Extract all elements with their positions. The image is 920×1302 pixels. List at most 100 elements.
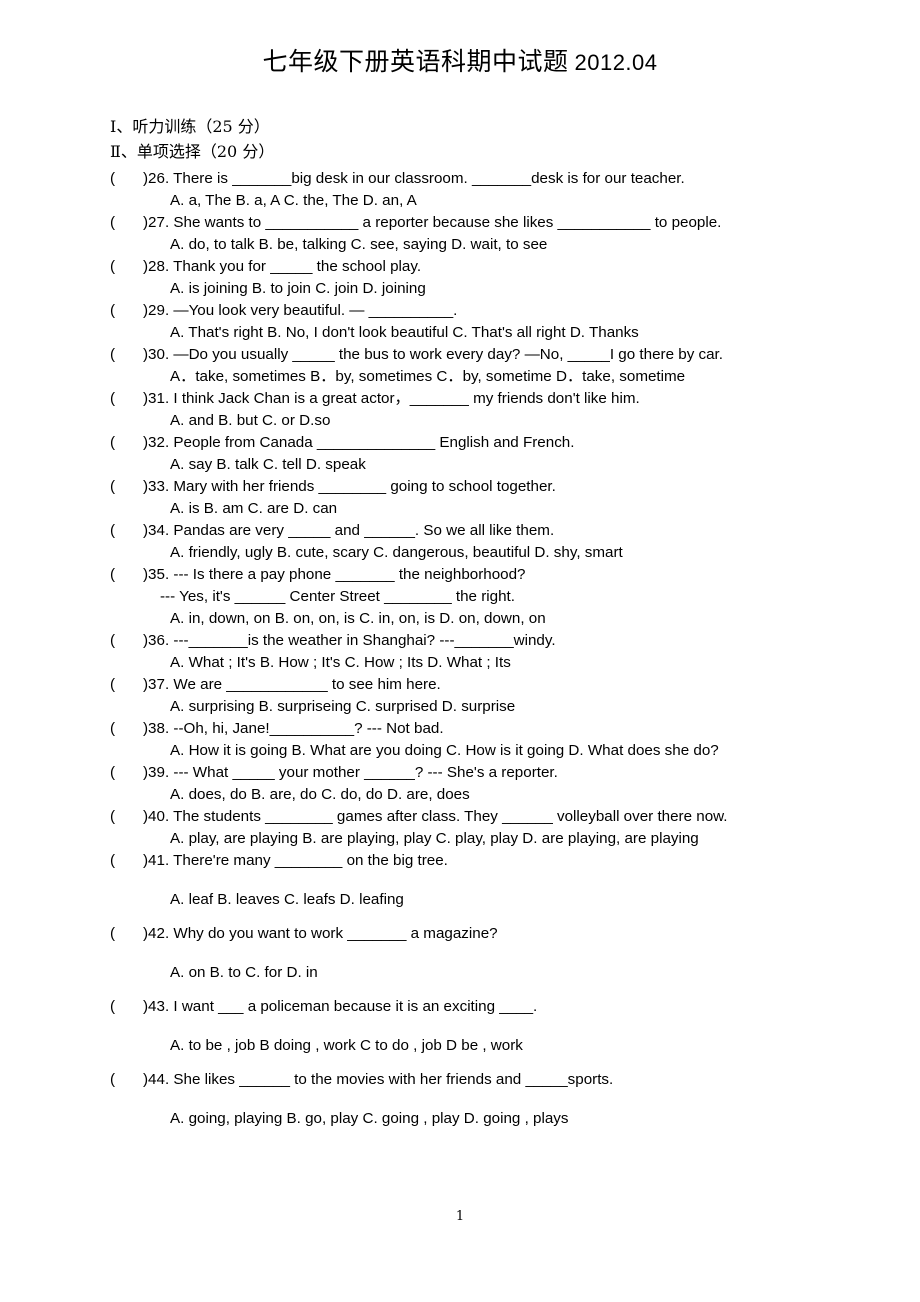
answer-bracket[interactable]: ( (110, 344, 115, 366)
answer-bracket[interactable]: ( (110, 762, 115, 784)
question-stem: ()39. --- What _____ your mother ______?… (0, 762, 920, 784)
question-options[interactable]: A. a, The B. a, A C. the, The D. an, A (0, 190, 920, 212)
question-item: ( )43. I want ___ a policeman because it … (0, 996, 920, 1057)
question-options[interactable]: A. That's right B. No, I don't look beau… (0, 322, 920, 344)
question-item: ( )33. Mary with her friends ________ goi… (0, 476, 920, 520)
question-stem-text: )44. She likes ______ to the movies with… (143, 1071, 614, 1088)
question-stem: ( )34. Pandas are very _____ and ______. … (0, 520, 920, 542)
answer-bracket[interactable]: ( (110, 388, 115, 410)
question-stem-text: )37. We are ____________ to see him here… (143, 676, 441, 693)
question-options[interactable]: A. to be , job B doing , work C to do , … (0, 1035, 920, 1057)
section-heading-listening: Ⅰ、听力训练（25 分） (110, 117, 270, 136)
question-stem: ( )38. --Oh, hi, Jane!__________? --- Not… (0, 718, 920, 740)
question-item: ( )40. The students ________ games after … (0, 806, 920, 850)
question-options[interactable]: A. does, do B. are, do C. do, do D. are,… (0, 784, 920, 806)
answer-bracket[interactable]: ( (110, 718, 115, 740)
question-stem-text: )33. Mary with her friends ________ goin… (143, 478, 556, 495)
page-title-chinese: 七年级下册英语科期中试题 (262, 47, 569, 76)
answer-bracket[interactable]: ( (110, 520, 115, 542)
answer-bracket[interactable]: ( (110, 996, 115, 1018)
answer-bracket[interactable]: ( (110, 674, 115, 696)
question-item: ( )38. --Oh, hi, Jane!__________? --- Not… (0, 718, 920, 762)
question-stem: ( )36. ---_______is the weather in Shangh… (0, 630, 920, 652)
question-stem-text: )31. I think Jack Chan is a great actor，… (143, 390, 640, 407)
answer-bracket[interactable]: ( (110, 630, 115, 652)
question-stem: ( )35. --- Is there a pay phone _______ t… (0, 564, 920, 586)
question-item: ( )32. People from Canada ______________ … (0, 432, 920, 476)
question-item: ( )29. —You look very beautiful. — ______… (0, 300, 920, 344)
question-item: ( )27. She wants to ___________ a reporte… (0, 212, 920, 256)
page-title-date: 2012.04 (574, 50, 658, 75)
question-item: ( )26. There is _______big desk in our cl… (0, 168, 920, 212)
question-stem: ( )41. There're many ________ on the big … (0, 850, 920, 872)
question-options[interactable]: A. How it is going B. What are you doing… (0, 740, 920, 762)
question-stem: ( )29. —You look very beautiful. — ______… (0, 300, 920, 322)
question-item: ( )28. Thank you for _____ the school pla… (0, 256, 920, 300)
question-stem: ( )26. There is _______big desk in our cl… (0, 168, 920, 190)
question-stem-text: )26. There is _______big desk in our cla… (143, 170, 685, 187)
question-stem-text: )32. People from Canada ______________ E… (143, 434, 575, 451)
question-options[interactable]: A．take, sometimes B．by, sometimes C．by, … (0, 366, 920, 388)
question-stem-text: )41. There're many ________ on the big t… (143, 852, 448, 869)
question-stem: ( )27. She wants to ___________ a reporte… (0, 212, 920, 234)
question-stem-text: )30. —Do you usually _____ the bus to wo… (143, 346, 723, 363)
question-stem-text: )35. --- Is there a pay phone _______ th… (143, 566, 526, 583)
question-stem-text: )27. She wants to ___________ a reporter… (143, 214, 722, 231)
answer-bracket[interactable]: ( (110, 256, 115, 278)
question-options[interactable]: A. do, to talk B. be, talking C. see, sa… (0, 234, 920, 256)
section-heading-multiple-choice: Ⅱ、单项选择（20 分） (110, 142, 275, 161)
question-item: ( )34. Pandas are very _____ and ______. … (0, 520, 920, 564)
question-options[interactable]: A. is joining B. to join C. join D. join… (0, 278, 920, 300)
answer-bracket[interactable]: ( (110, 300, 115, 322)
question-stem-text: )40. The students ________ games after c… (143, 808, 728, 825)
question-item: ( )31. I think Jack Chan is a great actor… (0, 388, 920, 432)
question-item: ( )36. ---_______is the weather in Shangh… (0, 630, 920, 674)
question-item: ( )37. We are ____________ to see him her… (0, 674, 920, 718)
question-options[interactable]: A. going, playing B. go, play C. going ,… (0, 1108, 920, 1130)
question-item: ( )42. Why do you want to work _______ a … (0, 923, 920, 984)
answer-bracket[interactable]: ( (110, 564, 115, 586)
answer-bracket[interactable]: ( (110, 432, 115, 454)
question-options[interactable]: A. is B. am C. are D. can (0, 498, 920, 520)
question-stem: ( )37. We are ____________ to see him her… (0, 674, 920, 696)
answer-bracket[interactable]: ( (110, 476, 115, 498)
question-options[interactable]: A. in, down, on B. on, on, is C. in, on,… (0, 608, 920, 630)
question-stem: ( )28. Thank you for _____ the school pla… (0, 256, 920, 278)
exam-paper-page: 七年级下册英语科期中试题 2012.04 Ⅰ、听力训练（25 分） Ⅱ、单项选择（… (0, 0, 920, 1302)
question-list: ( )26. There is _______big desk in our cl… (0, 168, 920, 1142)
question-stem-text: )36. ---_______is the weather in Shangha… (143, 632, 556, 649)
question-item: ( )30. —Do you usually _____ the bus to w… (0, 344, 920, 388)
question-stem-text: )38. --Oh, hi, Jane!__________? --- Not … (143, 720, 444, 737)
question-item: ()39. --- What _____ your mother ______?… (0, 762, 920, 806)
answer-bracket[interactable]: ( (110, 168, 115, 190)
question-options[interactable]: A. What ; It's B. How ; It's C. How ; It… (0, 652, 920, 674)
question-options[interactable]: A. play, are playing B. are playing, pla… (0, 828, 920, 850)
question-stem-continuation: --- Yes, it's ______ Center Street _____… (160, 588, 515, 605)
question-item: ( )44. She likes ______ to the movies wit… (0, 1069, 920, 1130)
question-stem: ( )32. People from Canada ______________ … (0, 432, 920, 454)
question-stem-text: )29. —You look very beautiful. — _______… (143, 302, 458, 319)
question-stem-text: )43. I want ___ a policeman because it i… (143, 998, 538, 1015)
question-options[interactable]: A. leaf B. leaves C. leafs D. leafing (0, 889, 920, 911)
question-options[interactable]: A. say B. talk C. tell D. speak (0, 454, 920, 476)
question-options[interactable]: A. friendly, ugly B. cute, scary C. dang… (0, 542, 920, 564)
answer-bracket[interactable]: ( (110, 1069, 115, 1091)
question-stem-text: )34. Pandas are very _____ and ______. S… (143, 522, 555, 539)
question-options[interactable]: A. surprising B. surpriseing C. surprise… (0, 696, 920, 718)
question-stem: ( )33. Mary with her friends ________ goi… (0, 476, 920, 498)
answer-bracket[interactable]: ( (110, 212, 115, 234)
page-title: 七年级下册英语科期中试题 2012.04 (0, 42, 920, 78)
question-stem-text: )28. Thank you for _____ the school play… (143, 258, 422, 275)
section-heading-list: Ⅰ、听力训练（25 分） Ⅱ、单项选择（20 分） (110, 114, 890, 164)
question-stem: ( )40. The students ________ games after … (0, 806, 920, 828)
answer-bracket[interactable]: ( (110, 806, 115, 828)
answer-bracket[interactable]: ( (110, 923, 115, 945)
page-number: 1 (455, 1209, 465, 1224)
question-options[interactable]: A. and B. but C. or D.so (0, 410, 920, 432)
question-stem: ( )43. I want ___ a policeman because it … (0, 996, 920, 1018)
question-stem-text: )42. Why do you want to work _______ a m… (143, 925, 498, 942)
question-item: ( )35. --- Is there a pay phone _______ t… (0, 564, 920, 630)
question-item: ( )41. There're many ________ on the big … (0, 850, 920, 911)
question-options[interactable]: A. on B. to C. for D. in (0, 962, 920, 984)
answer-bracket[interactable]: ( (110, 850, 115, 872)
